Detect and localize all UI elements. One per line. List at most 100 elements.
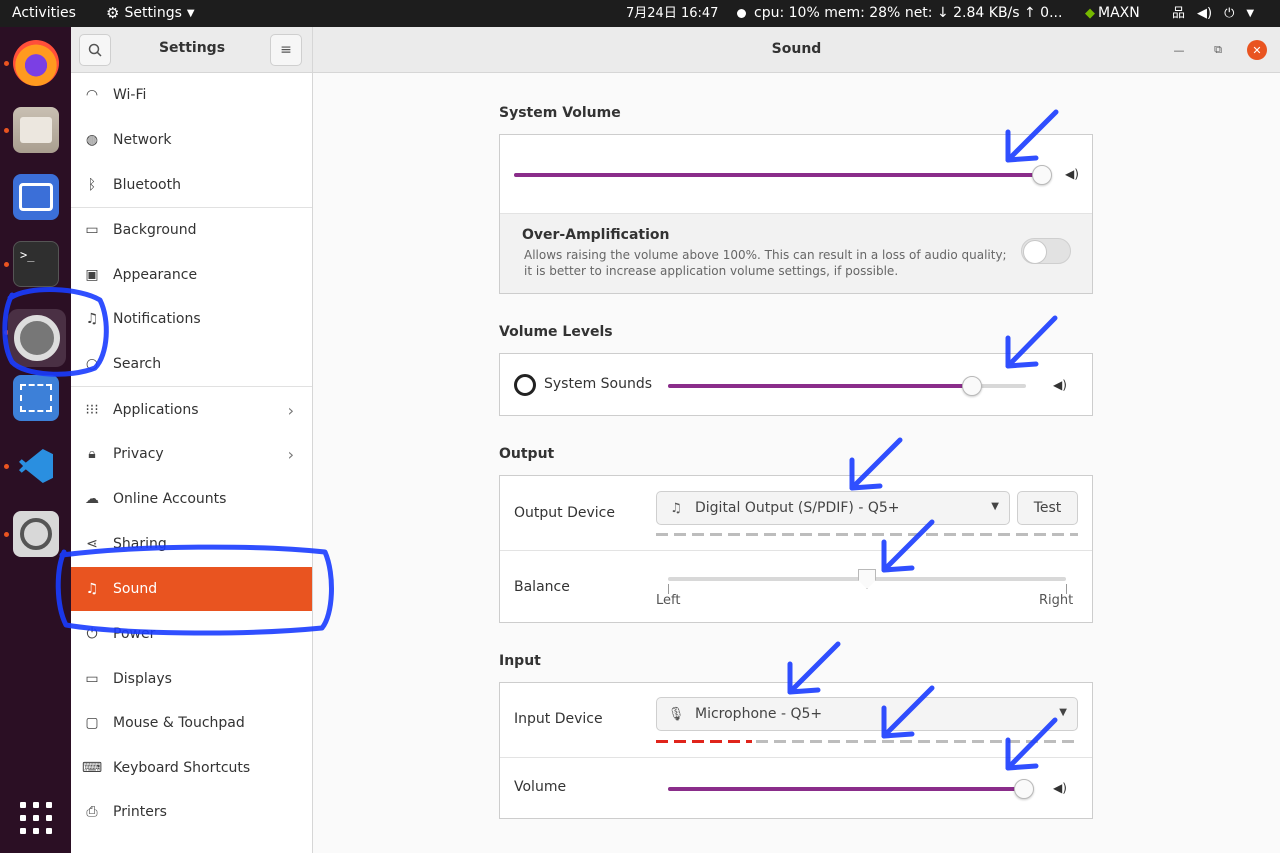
sidebar-item-label: Displays bbox=[113, 671, 172, 687]
gpu-label: MAXN bbox=[1098, 5, 1140, 21]
sidebar-item-sharing[interactable]: ⋖ Sharing bbox=[71, 522, 312, 566]
slider-knob[interactable] bbox=[962, 376, 983, 396]
mouse-icon: ▢ bbox=[85, 715, 99, 731]
sidebar-item-privacy[interactable]: 🔒︎ Privacy › bbox=[71, 432, 312, 476]
app-menu-button[interactable]: ⚙ Settings ▼ bbox=[106, 0, 195, 27]
network-icon: 品 bbox=[1172, 6, 1186, 21]
gpu-indicator[interactable]: ◆ MAXN bbox=[1085, 0, 1140, 27]
sidebar-item-network[interactable]: ◍ Network bbox=[71, 118, 312, 162]
network-icon: ◍ bbox=[85, 132, 99, 148]
sidebar-item-label: Keyboard Shortcuts bbox=[113, 760, 251, 776]
slider-knob[interactable] bbox=[858, 569, 876, 589]
speaker-icon: ◀) bbox=[1053, 378, 1067, 392]
section-title-system-volume: System Volume bbox=[499, 105, 621, 121]
over-amplification-description: Allows raising the volume above 100%. Th… bbox=[524, 248, 1007, 278]
sidebar-item-appearance[interactable]: ▣ Appearance bbox=[71, 253, 312, 297]
sidebar-item-mouse-touchpad[interactable]: ▢ Mouse & Touchpad bbox=[71, 701, 312, 745]
sidebar-item-applications[interactable]: ⁝⁝⁝ Applications › bbox=[71, 388, 312, 432]
sidebar-item-label: Background bbox=[113, 222, 197, 238]
sidebar-item-label: Sound bbox=[113, 581, 158, 597]
keyboard-icon: ⌨ bbox=[81, 760, 103, 776]
slider-knob[interactable] bbox=[1014, 779, 1034, 799]
sidebar-item-online-accounts[interactable]: ☁ Online Accounts bbox=[71, 477, 312, 521]
nvidia-icon: ◆ bbox=[1085, 6, 1095, 21]
running-indicator bbox=[4, 128, 9, 133]
balance-right-label: Right bbox=[1039, 593, 1074, 608]
sidebar-item-printers[interactable]: ⎙ Printers bbox=[71, 790, 312, 834]
activities-button[interactable]: Activities bbox=[12, 0, 76, 27]
wifi-icon: ◠ bbox=[85, 87, 99, 103]
firefox-icon[interactable] bbox=[13, 40, 59, 86]
display-icon: ▭ bbox=[85, 671, 99, 687]
microphone-icon: 🎙︎ bbox=[667, 706, 685, 722]
power-icon: ⏻ bbox=[86, 626, 98, 642]
bluetooth-icon: ᛒ bbox=[87, 177, 97, 193]
over-amplification-row: Over-Amplification Allows raising the vo… bbox=[500, 214, 1092, 293]
chevron-down-icon: ▼ bbox=[186, 8, 195, 19]
speaker-icon: ◀) bbox=[1197, 6, 1213, 21]
magnifier-icon[interactable] bbox=[13, 511, 59, 557]
hamburger-menu-button[interactable]: ≡ bbox=[270, 34, 302, 66]
system-volume-slider[interactable] bbox=[514, 173, 1042, 177]
balance-label: Balance bbox=[514, 579, 570, 595]
sidebar-item-label: Appearance bbox=[113, 267, 198, 283]
input-device-label: Input Device bbox=[514, 711, 603, 727]
over-amplification-toggle[interactable] bbox=[1021, 238, 1071, 264]
close-button[interactable]: ✕ bbox=[1247, 40, 1267, 60]
balance-left-label: Left bbox=[656, 593, 681, 608]
close-icon: ✕ bbox=[1252, 43, 1262, 57]
sidebar-item-background[interactable]: ▭ Background bbox=[71, 208, 312, 252]
input-level-meter-active bbox=[656, 740, 752, 743]
sidebar-item-sound[interactable]: ♫ Sound bbox=[71, 567, 312, 611]
sidebar-item-label: Notifications bbox=[113, 311, 201, 327]
running-indicator bbox=[4, 464, 9, 469]
sidebar-item-notifications[interactable]: ♫ Notifications bbox=[71, 297, 312, 341]
sidebar-item-keyboard-shortcuts[interactable]: ⌨ Keyboard Shortcuts bbox=[71, 746, 312, 790]
screenshot-icon[interactable] bbox=[13, 375, 59, 421]
sidebar-item-label: Wi-Fi bbox=[113, 87, 147, 103]
sidebar-item-label: Power bbox=[113, 626, 156, 642]
page-title: Sound bbox=[771, 41, 822, 57]
vscode-icon[interactable] bbox=[13, 443, 59, 489]
sidebar-item-label: Printers bbox=[113, 804, 167, 820]
show-apps-icon[interactable] bbox=[20, 802, 52, 834]
sidebar-item-bluetooth[interactable]: ᛒ Bluetooth bbox=[71, 163, 312, 207]
minimize-button[interactable]: — bbox=[1169, 40, 1189, 60]
slider-knob[interactable] bbox=[1032, 165, 1052, 185]
speaker-icon: ◀) bbox=[1065, 167, 1079, 181]
sidebar-item-label: Search bbox=[113, 356, 162, 372]
sidebar-item-displays[interactable]: ▭ Displays bbox=[71, 657, 312, 701]
chevron-right-icon: › bbox=[287, 400, 294, 420]
sidebar-item-power[interactable]: ⏻ Power bbox=[71, 612, 312, 656]
terminal-icon[interactable]: >_ bbox=[13, 241, 59, 287]
sidebar-item-wifi[interactable]: ◠ Wi-Fi bbox=[71, 73, 312, 117]
settings-icon[interactable] bbox=[8, 309, 66, 367]
sidebar-item-label: Applications bbox=[113, 402, 199, 418]
bell-icon: ♫ bbox=[85, 311, 99, 327]
clock[interactable]: 7月24日 16:47 bbox=[626, 0, 718, 27]
input-level-meter bbox=[756, 740, 1078, 743]
sidebar-item-label: Mouse & Touchpad bbox=[113, 715, 245, 731]
running-indicator bbox=[4, 532, 9, 537]
input-device-dropdown[interactable]: 🎙︎ Microphone - Q5+ ▼ bbox=[656, 697, 1078, 731]
output-device-dropdown[interactable]: ♫ Digital Output (S/PDIF) - Q5+ ▼ bbox=[656, 491, 1010, 525]
sidebar: ◠ Wi-Fi ◍ Network ᛒ Bluetooth ▭ Background ▣… bbox=[71, 73, 313, 853]
maximize-button[interactable]: ⧉ bbox=[1208, 40, 1228, 60]
input-volume-slider[interactable] bbox=[668, 787, 1024, 791]
search-icon: ○ bbox=[85, 356, 99, 372]
sidebar-item-search[interactable]: ○ Search bbox=[71, 342, 312, 386]
system-tray[interactable]: 品 ◀) ⏻ ▼ bbox=[1172, 0, 1254, 27]
running-indicator bbox=[4, 61, 9, 66]
gear-icon: ⚙ bbox=[106, 4, 120, 22]
dock: >_ bbox=[0, 27, 71, 853]
files-icon[interactable] bbox=[13, 107, 59, 153]
chevron-right-icon: › bbox=[287, 444, 294, 464]
music-icon: ♫ bbox=[670, 500, 682, 516]
slider-fill bbox=[668, 384, 973, 388]
system-monitor[interactable]: cpu: 10% mem: 28% net: ↓ 2.84 KB/s ↑ 0..… bbox=[754, 0, 1062, 27]
workspaces-icon[interactable] bbox=[13, 174, 59, 220]
test-button[interactable]: Test bbox=[1017, 491, 1078, 525]
cloud-icon: ☁ bbox=[85, 491, 99, 507]
sound-panel: System Volume ◀) Over-Amplification Allo… bbox=[313, 73, 1280, 853]
system-sounds-label: System Sounds bbox=[544, 376, 653, 392]
